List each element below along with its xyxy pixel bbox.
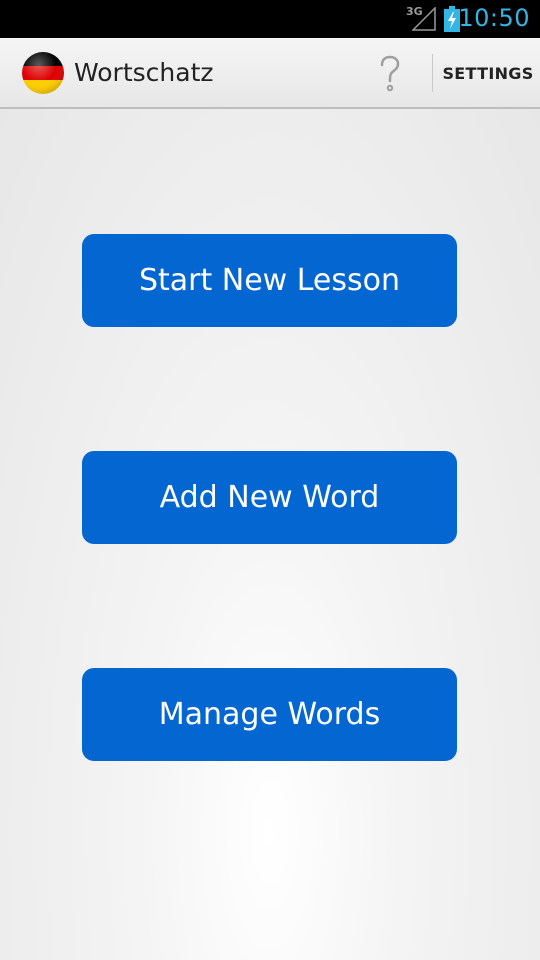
signal-icon: [412, 7, 436, 31]
add-new-word-button[interactable]: Add New Word: [82, 451, 457, 544]
main-content: Start New Lesson Add New Word Manage Wor…: [0, 109, 540, 960]
status-bar: 3G 10:50: [0, 0, 540, 38]
start-new-lesson-button[interactable]: Start New Lesson: [82, 234, 457, 327]
app-title: Wortschatz: [74, 58, 214, 87]
help-question-icon[interactable]: [374, 54, 406, 94]
german-flag-icon[interactable]: [22, 52, 64, 94]
action-bar: Wortschatz SETTINGS: [0, 38, 540, 109]
status-time: 10:50: [458, 4, 530, 32]
action-bar-divider: [432, 54, 433, 92]
manage-words-button[interactable]: Manage Words: [82, 668, 457, 761]
settings-button[interactable]: SETTINGS: [436, 38, 540, 109]
